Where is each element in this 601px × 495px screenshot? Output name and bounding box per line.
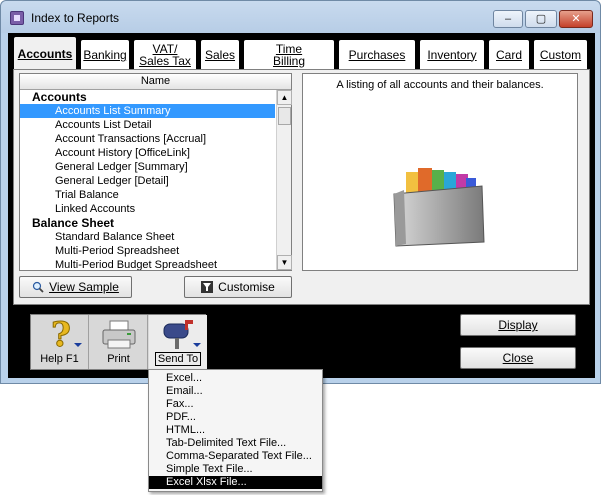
send-to-menu-item[interactable]: Simple Text File... [149, 463, 322, 476]
print-tool-button[interactable]: Print [90, 315, 148, 369]
help-question-icon: ? [51, 318, 72, 350]
folder-files-icon [393, 168, 485, 247]
send-to-menu-item[interactable]: Comma-Separated Text File... [149, 450, 322, 463]
send-to-menu-item[interactable]: Tab-Delimited Text File... [149, 437, 322, 450]
tab-label: Card [495, 47, 522, 62]
customise-label: Customise [218, 280, 275, 294]
filter-icon [201, 281, 214, 293]
send-to-label: Send To [154, 352, 202, 366]
tab-label: VAT/ Sales Tax [139, 41, 191, 68]
report-list-item[interactable]: General Ledger [Detail] [20, 174, 275, 188]
column-header-name[interactable]: Name [20, 74, 291, 90]
help-label: Help F1 [40, 353, 79, 365]
send-to-tool-button[interactable]: Send To [149, 315, 207, 369]
scroll-thumb[interactable] [278, 107, 291, 125]
tab-panel: Name Accounts Accounts List Summary Accoun… [13, 69, 590, 305]
tab-label: Time Billing [272, 41, 305, 68]
tab-inventory[interactable]: Inventory [419, 39, 485, 69]
report-index-window: Index to Reports – ▢ ✕ Accounts Banking … [0, 0, 601, 384]
send-to-menu-item[interactable]: Excel Xlsx File... [149, 476, 322, 489]
tab-banking[interactable]: Banking [80, 39, 130, 69]
tab-purchases[interactable]: Purchases [338, 39, 416, 69]
scroll-up-arrow-icon[interactable]: ▲ [277, 90, 292, 105]
report-list-item[interactable]: Accounts List Detail [20, 118, 275, 132]
report-list: Name Accounts Accounts List Summary Accoun… [19, 73, 292, 271]
customise-button[interactable]: Customise [184, 276, 292, 298]
send-to-label-wrap: Send To [149, 352, 207, 366]
report-description: A listing of all accounts and their bala… [336, 79, 544, 91]
report-list-item[interactable]: Multi-Period Budget Spreadsheet [20, 258, 275, 270]
display-label: Display [498, 318, 538, 332]
report-group-header: Balance Sheet [32, 216, 115, 230]
send-to-menu: Excel... Email... Fax... PDF... HTML... Tab-D… [148, 369, 323, 492]
client-area: Accounts Banking VAT/ Sales Tax Sales Ti… [8, 33, 595, 378]
report-list-item[interactable]: Accounts List Summary [20, 104, 275, 118]
display-button[interactable]: Display [460, 314, 576, 336]
send-to-dropdown-arrow-icon[interactable] [193, 343, 201, 347]
send-to-menu-item[interactable]: HTML... [149, 424, 322, 437]
window-title: Index to Reports [31, 11, 120, 25]
title-bar[interactable]: Index to Reports – ▢ ✕ [1, 1, 600, 33]
scroll-down-arrow-icon[interactable]: ▼ [277, 255, 292, 270]
tab-label: Banking [83, 47, 127, 62]
mailbox-icon [163, 320, 193, 349]
tab-label: Custom [539, 47, 582, 62]
close-label: Close [502, 351, 534, 365]
send-to-menu-item[interactable]: Fax... [149, 398, 322, 411]
report-list-item[interactable]: Linked Accounts [20, 202, 275, 216]
tab-label: Sales [204, 47, 236, 62]
tab-label: Inventory [427, 47, 477, 62]
action-toolbar: ? Help F1 Print Send To [30, 314, 207, 370]
report-list-item[interactable]: Account Transactions [Accrual] [20, 132, 275, 146]
tab-vat-sales-tax[interactable]: VAT/ Sales Tax [133, 39, 197, 69]
report-tabs: Accounts Banking VAT/ Sales Tax Sales Ti… [8, 35, 595, 70]
maximize-button[interactable]: ▢ [525, 10, 557, 28]
help-dropdown-arrow-icon[interactable] [74, 343, 82, 347]
report-group-header: Accounts [32, 90, 87, 104]
report-description-box: A listing of all accounts and their bala… [302, 73, 578, 271]
report-list-item[interactable]: Trial Balance [20, 188, 275, 202]
report-list-item[interactable]: General Ledger [Summary] [20, 160, 275, 174]
print-label: Print [107, 353, 130, 365]
printer-icon [102, 320, 136, 349]
report-list-item[interactable]: Multi-Period Spreadsheet [20, 244, 275, 258]
view-sample-label: View Sample [49, 280, 119, 294]
report-list-item[interactable]: Account History [OfficeLink] [20, 146, 275, 160]
tab-label: Purchases [348, 47, 406, 62]
close-window-button[interactable]: ✕ [559, 10, 593, 28]
tab-time-billing[interactable]: Time Billing [243, 39, 335, 69]
tab-custom[interactable]: Custom [533, 39, 588, 69]
help-tool-button[interactable]: ? Help F1 [31, 315, 89, 369]
report-list-rows: Accounts Accounts List Summary Accounts Li… [20, 90, 275, 270]
list-scrollbar[interactable]: ▲ ▼ [276, 90, 292, 270]
minimize-button[interactable]: – [493, 10, 523, 28]
close-button[interactable]: Close [460, 347, 576, 369]
magnifier-icon [32, 281, 44, 293]
send-to-menu-item[interactable]: Excel... [149, 372, 322, 385]
send-to-menu-item[interactable]: Email... [149, 385, 322, 398]
view-sample-button[interactable]: View Sample [19, 276, 132, 298]
tab-sales[interactable]: Sales [200, 39, 240, 69]
report-list-item[interactable]: Standard Balance Sheet [20, 230, 275, 244]
tab-label: Accounts [17, 46, 73, 61]
tab-accounts[interactable]: Accounts [13, 36, 77, 70]
send-to-menu-item[interactable]: PDF... [149, 411, 322, 424]
svg-text:?: ? [51, 318, 71, 350]
app-icon [10, 11, 24, 25]
tab-card[interactable]: Card [488, 39, 530, 69]
